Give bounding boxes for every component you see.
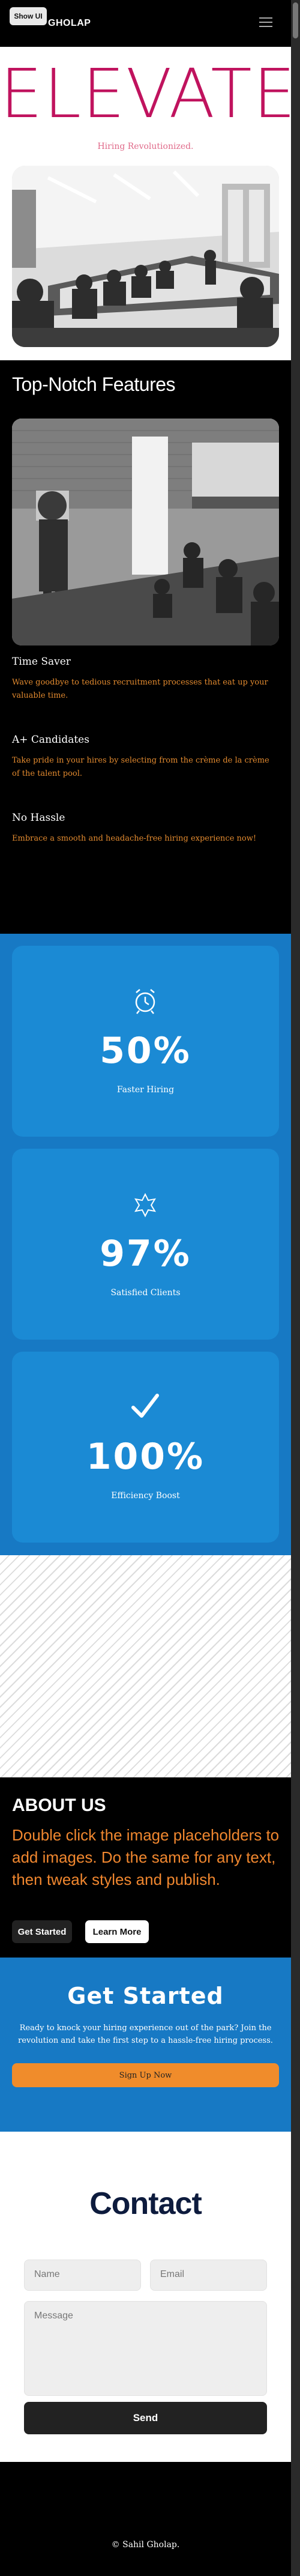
stat-label: Satisfied Clients [110,1288,181,1298]
stat-label: Efficiency Boost [111,1491,180,1501]
scrollbar-thumb[interactable] [293,2,298,38]
stat-card: 50% Faster Hiring [12,946,279,1137]
show-ui-button[interactable]: Show UI [10,7,47,25]
features-section: Top-Notch Features Time Saver Wave goodb… [0,360,291,934]
feature-description: Take pride in your hires by selecting fr… [12,756,269,779]
email-field[interactable]: Email [150,2260,267,2291]
about-section: ABOUT US Double click the image placehol… [0,1777,291,1958]
feature-description: Embrace a smooth and headache-free hirin… [12,834,257,843]
landing-page: Show UI GHOLAP ELEVATE Hiring Revolution… [0,0,300,2576]
contact-section: Contact Name Email Message Send [0,2132,291,2462]
features-heading: Top-Notch Features [12,373,176,395]
feature-title: No Hassle [12,812,65,824]
message-field[interactable]: Message [24,2301,267,2396]
hero-subtitle: Hiring Revolutionized. [97,142,194,151]
stat-value: 100% [86,1436,205,1478]
cta-heading: Get Started [67,1983,224,2009]
name-field[interactable]: Name [24,2260,141,2291]
stats-section: 50% Faster Hiring 97% Satisfied Clients [0,934,291,1555]
get-started-button[interactable]: Get Started [12,1920,72,1943]
stat-value: 50% [100,1030,191,1072]
feature-item: A+ Candidates Take pride in your hires b… [12,734,279,781]
contact-heading: Contact [89,2186,202,2221]
hero-title: ELEVATE [0,55,297,133]
send-button[interactable]: Send [24,2402,267,2434]
image-placeholder[interactable] [0,1555,291,1777]
stat-value: 97% [100,1233,191,1275]
sparkle-badge-icon [12,1192,279,1218]
hero-section: ELEVATE Hiring Revolutionized. [0,47,297,360]
page-scrollbar[interactable] [291,0,300,2576]
cta-text: Ready to knock your hiring experience ou… [18,2024,273,2045]
features-presentation-photo [12,419,279,646]
stat-label: Faster Hiring [116,1085,175,1095]
stat-card: 100% Efficiency Boost [12,1352,279,1543]
brand-logo-text[interactable]: GHOLAP [48,18,91,29]
learn-more-button[interactable]: Learn More [85,1920,149,1943]
checkmark-icon [12,1391,279,1421]
stat-card: 97% Satisfied Clients [12,1149,279,1340]
feature-item: Time Saver Wave goodbye to tedious recru… [12,656,279,703]
feature-title: Time Saver [12,656,71,668]
about-heading: ABOUT US [12,1795,106,1815]
feature-title: A+ Candidates [12,734,89,746]
hero-meeting-photo [12,166,279,347]
hamburger-menu-icon[interactable] [259,17,272,27]
feature-description: Wave goodbye to tedious recruitment proc… [12,678,268,701]
about-text: Double click the image placeholders to a… [12,1826,280,1888]
feature-item: No Hassle Embrace a smooth and headache-… [12,812,279,845]
site-header: Show UI GHOLAP [0,0,291,47]
site-footer: © Sahil Gholap. [0,2462,291,2576]
get-started-section: Get Started Ready to knock your hiring e… [0,1958,291,2132]
footer-copyright: © Sahil Gholap. [111,2540,180,2550]
sign-up-button[interactable]: Sign Up Now [12,2063,279,2087]
alarm-clock-icon [12,988,279,1014]
